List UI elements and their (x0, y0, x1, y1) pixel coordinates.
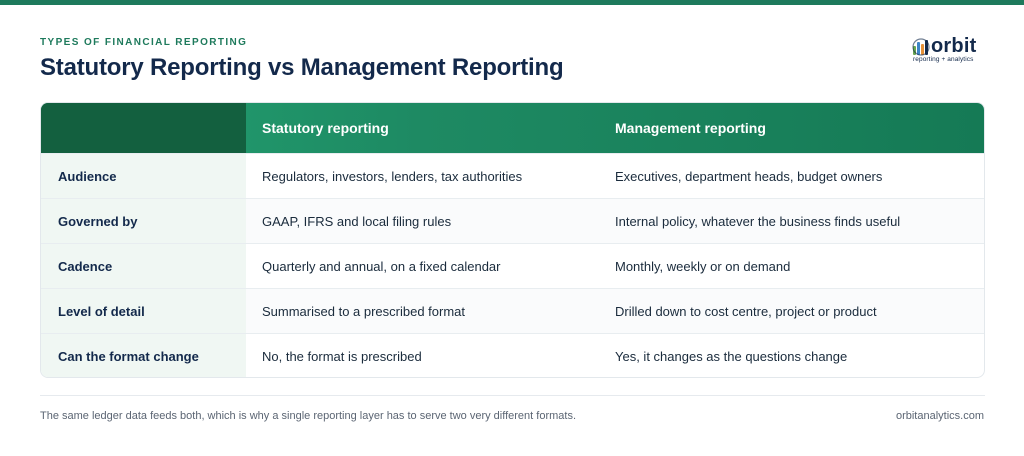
orbit-logo: orbit reporting + analytics (912, 35, 984, 65)
statutory-cell: Summarised to a prescribed format (246, 289, 598, 333)
logo-tagline: reporting + analytics (913, 56, 974, 63)
management-cell: Monthly, weekly or on demand (615, 258, 791, 274)
management-cell: Executives, department heads, budget own… (615, 168, 883, 184)
footer-note: The same ledger data feeds both, which i… (40, 410, 577, 422)
table-row: Level of detail Summarised to a prescrib… (41, 288, 984, 333)
management-cell: Internal policy, whatever the business f… (598, 199, 984, 243)
statutory-cell: GAAP, IFRS and local filing rules (246, 199, 598, 243)
page-title: Statutory Reporting vs Management Report… (40, 54, 564, 81)
management-cell: Yes, it changes as the questions change (615, 348, 848, 364)
comparison-table: Statutory reporting Management reporting… (40, 102, 985, 378)
website-link[interactable]: orbitanalytics.com (896, 410, 984, 422)
row-label: Level of detail (41, 289, 246, 333)
table-header-row: Statutory reporting Management reporting (41, 103, 984, 153)
top-accent-bar (0, 0, 1024, 5)
header-management: Management reporting (615, 120, 766, 136)
header-corner-cell (41, 103, 246, 153)
table-row: Audience Regulators, investors, lenders,… (41, 153, 984, 198)
statutory-cell: Regulators, investors, lenders, tax auth… (262, 168, 523, 184)
statutory-cell: No, the format is prescribed (262, 348, 422, 364)
header-statutory: Statutory reporting (262, 120, 389, 136)
table-row: Cadence Quarterly and annual, on a fixed… (41, 243, 984, 288)
table-row: Governed by GAAP, IFRS and local filing … (41, 198, 984, 243)
footer-divider (40, 395, 985, 396)
logo-wordmark: orbit (931, 35, 977, 57)
table-row: Can the format change No, the format is … (41, 333, 984, 377)
section-kicker: TYPES OF FINANCIAL REPORTING (40, 37, 248, 48)
row-label: Audience (41, 154, 246, 198)
row-label: Governed by (41, 199, 246, 243)
management-cell: Drilled down to cost centre, project or … (598, 289, 984, 333)
orbit-logo-icon (912, 38, 930, 56)
row-label: Cadence (41, 244, 246, 288)
row-label: Can the format change (41, 334, 246, 377)
statutory-cell: Quarterly and annual, on a fixed calenda… (262, 258, 501, 274)
